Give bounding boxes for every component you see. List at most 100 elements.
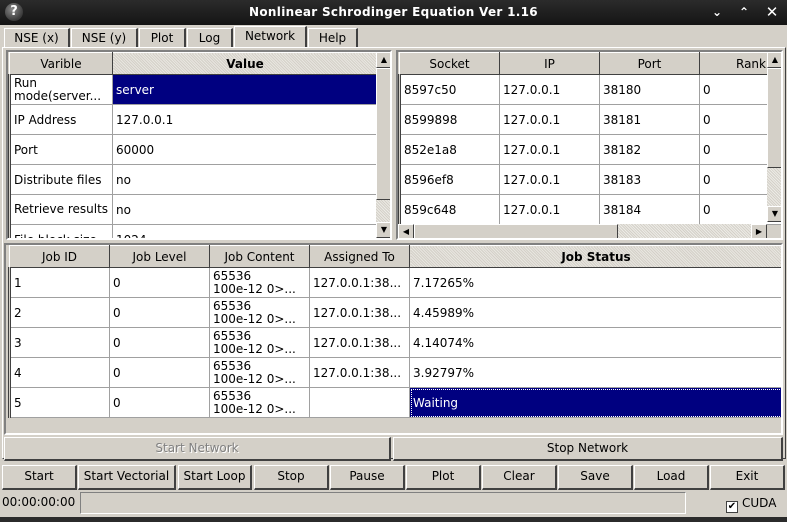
ip-cell[interactable]: 127.0.0.1 <box>499 194 600 225</box>
socket-cell[interactable]: 8596ef8 <box>398 164 500 195</box>
variable-cell[interactable]: IP Address <box>8 104 113 135</box>
variable-cell[interactable]: File block size <box>8 224 113 238</box>
job-status-cell[interactable]: 4.14074% <box>409 327 781 358</box>
job-level-cell[interactable]: 0 <box>109 387 210 418</box>
header-variable[interactable]: Varible <box>9 52 113 75</box>
job-level-cell[interactable]: 0 <box>109 327 210 358</box>
pause-button[interactable]: Pause <box>330 465 405 490</box>
header-job-status[interactable]: Job Status <box>409 245 781 268</box>
job-content-cell[interactable]: 65536 100e-12 0>... <box>209 357 310 388</box>
assigned-to-cell[interactable]: 127.0.0.1:38... <box>309 267 410 298</box>
job-id-cell[interactable]: 3 <box>8 327 110 358</box>
settings-vertical-scrollbar[interactable]: ▲ ▼ <box>376 52 390 238</box>
save-button[interactable]: Save <box>558 465 633 490</box>
assigned-to-cell[interactable]: 127.0.0.1:38... <box>309 357 410 388</box>
job-level-cell[interactable]: 0 <box>109 267 210 298</box>
scroll-up-button[interactable]: ▲ <box>767 52 781 68</box>
table-row[interactable]: 3 0 65536 100e-12 0>... 127.0.0.1:38... 4… <box>8 327 781 358</box>
value-cell[interactable]: 60000 <box>112 134 378 165</box>
table-row[interactable]: 1 0 65536 100e-12 0>... 127.0.0.1:38... 7… <box>8 267 781 298</box>
start-button[interactable]: Start <box>2 465 77 490</box>
job-id-cell[interactable]: 2 <box>8 297 110 328</box>
stop-button[interactable]: Stop <box>254 465 329 490</box>
assigned-to-cell[interactable]: 127.0.0.1:38... <box>309 297 410 328</box>
port-cell[interactable]: 38182 <box>599 134 700 165</box>
variable-cell[interactable]: Retrieve results <box>8 194 113 225</box>
table-row[interactable]: IP Address 127.0.0.1 <box>8 104 378 135</box>
tab-help[interactable]: Help <box>308 28 358 47</box>
table-row[interactable]: Port 60000 <box>8 134 378 165</box>
exit-button[interactable]: Exit <box>710 465 785 490</box>
scroll-thumb[interactable] <box>767 68 781 168</box>
scroll-down-button[interactable]: ▼ <box>376 222 390 238</box>
socket-vertical-scrollbar[interactable]: ▲ ▼ <box>767 52 781 222</box>
scroll-up-button[interactable]: ▲ <box>376 52 390 68</box>
ip-cell[interactable]: 127.0.0.1 <box>499 104 600 135</box>
ip-cell[interactable]: 127.0.0.1 <box>499 74 600 105</box>
job-id-cell[interactable]: 5 <box>8 387 110 418</box>
socket-cell[interactable]: 859c648 <box>398 194 500 225</box>
header-job-id[interactable]: Job ID <box>9 245 110 268</box>
port-cell[interactable]: 38180 <box>599 74 700 105</box>
plot-button[interactable]: Plot <box>406 465 481 490</box>
header-value[interactable]: Value <box>112 52 378 75</box>
table-row[interactable]: 852e1a8 127.0.0.1 38182 0 <box>398 134 781 165</box>
port-cell[interactable]: 38184 <box>599 194 700 225</box>
socket-cell[interactable]: 8599898 <box>398 104 500 135</box>
variable-cell[interactable]: Distribute files <box>8 164 113 195</box>
chevron-up-icon[interactable]: ⌃ <box>735 3 753 21</box>
job-content-cell[interactable]: 65536 100e-12 0>... <box>209 267 310 298</box>
job-level-cell[interactable]: 0 <box>109 357 210 388</box>
port-cell[interactable]: 38183 <box>599 164 700 195</box>
job-status-cell[interactable]: 4.45989% <box>409 297 781 328</box>
table-row[interactable]: Distribute files no <box>8 164 378 195</box>
table-row[interactable]: Run mode(server... server <box>8 74 378 105</box>
job-id-cell[interactable]: 1 <box>8 267 110 298</box>
table-row[interactable]: Retrieve results no <box>8 194 378 225</box>
header-job-level[interactable]: Job Level <box>109 245 210 268</box>
start-network-button[interactable]: Start Network <box>4 437 391 461</box>
tab-plot[interactable]: Plot <box>139 28 186 47</box>
table-row[interactable]: 859c648 127.0.0.1 38184 0 <box>398 194 781 225</box>
scroll-thumb[interactable] <box>414 224 618 238</box>
job-content-cell[interactable]: 65536 100e-12 0>... <box>209 387 310 418</box>
scroll-left-button[interactable]: ◀ <box>398 224 414 238</box>
tab-nse-y[interactable]: NSE (y) <box>71 28 138 47</box>
socket-horizontal-scrollbar[interactable]: ◀ ▶ <box>398 224 767 238</box>
table-row[interactable]: 8597c50 127.0.0.1 38180 0 <box>398 74 781 105</box>
ip-cell[interactable]: 127.0.0.1 <box>499 134 600 165</box>
table-row[interactable]: 5 0 65536 100e-12 0>... Waiting <box>8 387 781 418</box>
cuda-checkbox[interactable]: ✔ CUDA <box>726 496 776 513</box>
start-vectorial-button[interactable]: Start Vectorial <box>78 465 176 490</box>
header-job-content[interactable]: Job Content <box>209 245 310 268</box>
scroll-down-button[interactable]: ▼ <box>767 206 781 222</box>
table-row[interactable]: 8596ef8 127.0.0.1 38183 0 <box>398 164 781 195</box>
port-cell[interactable]: 38181 <box>599 104 700 135</box>
clear-button[interactable]: Clear <box>482 465 557 490</box>
value-cell[interactable]: no <box>112 164 378 195</box>
stop-network-button[interactable]: Stop Network <box>393 437 783 461</box>
header-assigned-to[interactable]: Assigned To <box>309 245 410 268</box>
value-cell[interactable]: no <box>112 194 378 225</box>
variable-cell[interactable]: Port <box>8 134 113 165</box>
job-id-cell[interactable]: 4 <box>8 357 110 388</box>
close-icon[interactable]: ✕ <box>763 3 781 21</box>
job-status-cell[interactable]: 3.92797% <box>409 357 781 388</box>
job-status-cell[interactable]: Waiting <box>409 387 781 418</box>
scroll-thumb[interactable] <box>376 68 390 200</box>
job-level-cell[interactable]: 0 <box>109 297 210 328</box>
tab-network[interactable]: Network <box>234 26 307 47</box>
start-loop-button[interactable]: Start Loop <box>178 465 252 490</box>
job-status-cell[interactable]: 7.17265% <box>409 267 781 298</box>
socket-cell[interactable]: 852e1a8 <box>398 134 500 165</box>
table-row[interactable]: 4 0 65536 100e-12 0>... 127.0.0.1:38... 3… <box>8 357 781 388</box>
assigned-to-cell[interactable] <box>309 387 410 418</box>
value-cell[interactable]: 1024 <box>112 224 378 238</box>
ip-cell[interactable]: 127.0.0.1 <box>499 164 600 195</box>
tab-nse-x[interactable]: NSE (x) <box>4 28 70 47</box>
table-row[interactable]: 2 0 65536 100e-12 0>... 127.0.0.1:38... 4… <box>8 297 781 328</box>
value-cell[interactable]: server <box>112 74 378 105</box>
tab-log[interactable]: Log <box>187 28 233 47</box>
job-content-cell[interactable]: 65536 100e-12 0>... <box>209 297 310 328</box>
value-cell[interactable]: 127.0.0.1 <box>112 104 378 135</box>
